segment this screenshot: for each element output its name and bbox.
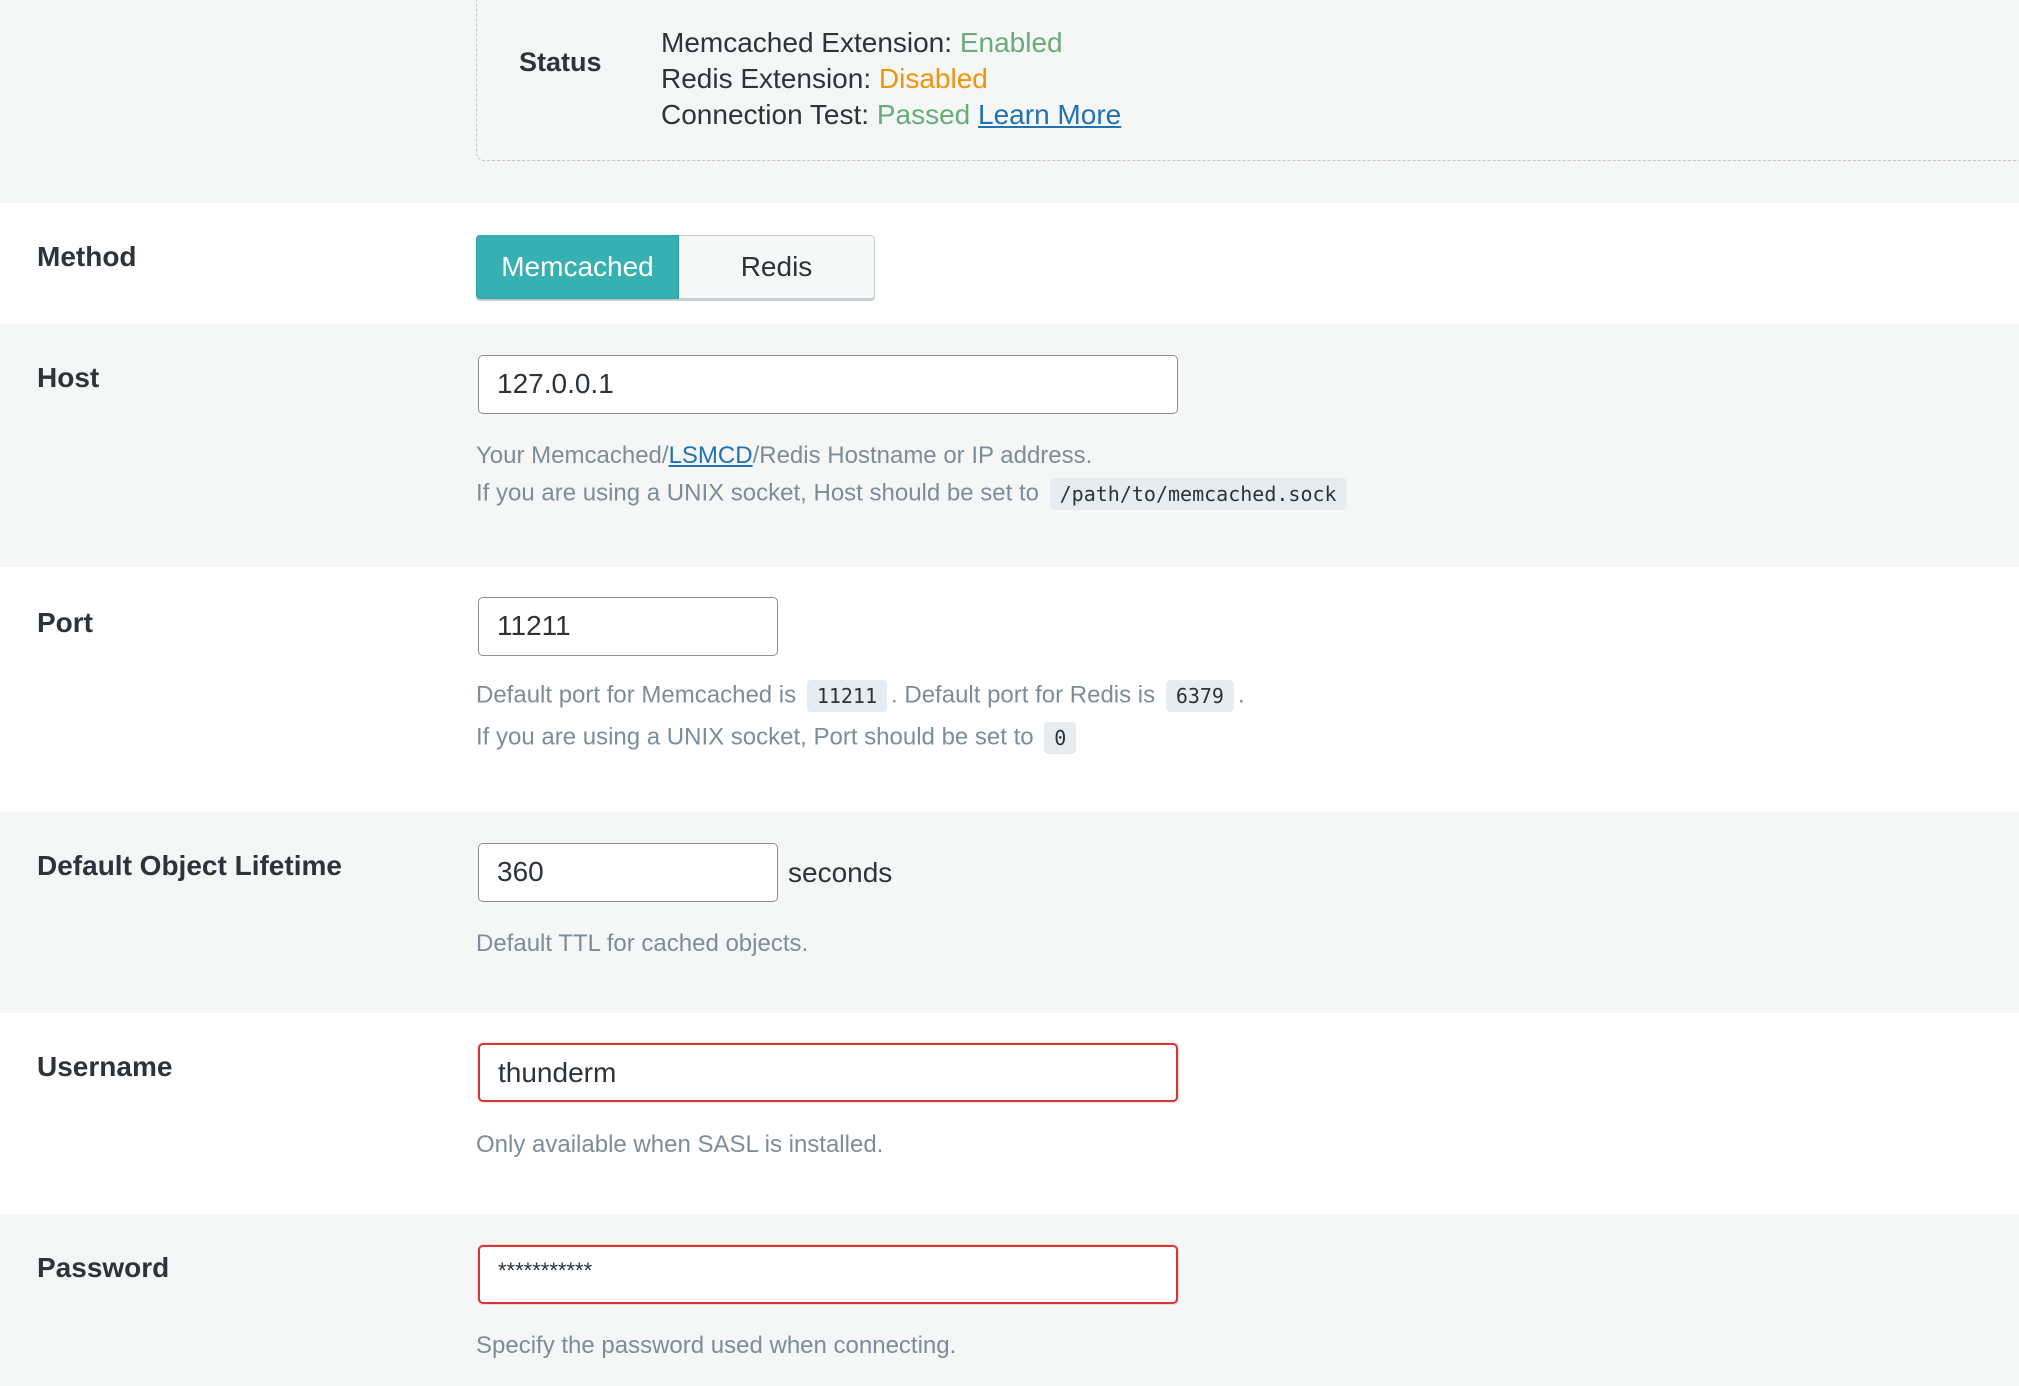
- lsmcd-link[interactable]: LSMCD: [669, 442, 753, 469]
- status-title: Status: [519, 47, 602, 77]
- password-row: Password *********** Specify the passwor…: [0, 1214, 2019, 1386]
- password-label: Password: [37, 1252, 170, 1283]
- port-desc-1-a: Default port for Memcached is: [476, 681, 797, 709]
- method-switch: Memcached Redis: [476, 235, 875, 299]
- lifetime-desc: Default TTL for cached objects.: [476, 930, 809, 957]
- status-connection: Connection Test: Passed Learn More: [661, 97, 1121, 133]
- port-input[interactable]: 11211: [478, 597, 778, 656]
- host-input[interactable]: 127.0.0.1: [478, 355, 1178, 414]
- lifetime-input[interactable]: 360: [478, 843, 778, 902]
- status-connection-label: Connection Test:: [661, 99, 870, 130]
- status-memcached: Memcached Extension: Enabled: [661, 25, 1121, 61]
- host-desc-1-pre: Your Memcached/: [476, 442, 669, 469]
- status-redis-value: Disabled: [878, 63, 988, 94]
- port-label: Port: [37, 607, 93, 638]
- port-desc-2-text: If you are using a UNIX socket, Port sho…: [476, 723, 1034, 751]
- method-label: Method: [37, 241, 137, 272]
- status-box: Status Memcached Extension: Enabled Redi…: [476, 0, 2019, 161]
- status-memcached-label: Memcached Extension:: [661, 27, 953, 58]
- username-label: Username: [37, 1051, 173, 1082]
- object-cache-settings: Status Memcached Extension: Enabled Redi…: [0, 0, 2019, 1386]
- method-option-memcached[interactable]: Memcached: [476, 235, 679, 299]
- host-desc-1-post: /Redis Hostname or IP address.: [752, 442, 1093, 469]
- status-connection-value: Passed: [876, 99, 971, 130]
- status-redis-label: Redis Extension:: [661, 63, 872, 94]
- password-input[interactable]: ***********: [478, 1245, 1178, 1304]
- host-socket-code: /path/to/memcached.sock: [1049, 478, 1347, 510]
- lifetime-suffix: seconds: [788, 857, 893, 888]
- status-redis: Redis Extension: Disabled: [661, 61, 1121, 97]
- host-desc-2: If you are using a UNIX socket, Host sho…: [476, 478, 1351, 510]
- username-desc: Only available when SASL is installed.: [476, 1131, 884, 1158]
- port-desc-1-c: .: [1237, 681, 1245, 709]
- method-row: Method Memcached Redis: [0, 203, 2019, 324]
- lifetime-label: Default Object Lifetime: [37, 850, 342, 881]
- username-row: Username thunderm Only available when SA…: [0, 1013, 2019, 1214]
- password-desc: Specify the password used when connectin…: [476, 1332, 957, 1359]
- port-desc-2: If you are using a UNIX socket, Port sho…: [476, 722, 1080, 754]
- host-row: Host 127.0.0.1 Your Memcached/LSMCD/Redi…: [0, 324, 2019, 567]
- username-input[interactable]: thunderm: [478, 1043, 1178, 1102]
- host-desc-2-text: If you are using a UNIX socket, Host sho…: [476, 479, 1039, 507]
- learn-more-link[interactable]: Learn More: [978, 99, 1121, 130]
- port-desc-1: Default port for Memcached is 11211. Def…: [476, 680, 1245, 712]
- redis-port-code: 6379: [1165, 680, 1234, 712]
- port-desc-1-b: . Default port for Redis is: [891, 681, 1156, 709]
- status-lines: Memcached Extension: Enabled Redis Exten…: [661, 25, 1121, 133]
- host-label: Host: [37, 362, 100, 393]
- host-desc-1: Your Memcached/LSMCD/Redis Hostname or I…: [476, 442, 1092, 470]
- status-memcached-value: Enabled: [959, 27, 1063, 58]
- method-option-redis[interactable]: Redis: [679, 235, 875, 299]
- socket-port-code: 0: [1044, 722, 1077, 754]
- status-row: Status Memcached Extension: Enabled Redi…: [0, 0, 2019, 203]
- memcached-port-code: 11211: [806, 680, 888, 712]
- lifetime-row: Default Object Lifetime 360 seconds Defa…: [0, 812, 2019, 1013]
- port-row: Port 11211 Default port for Memcached is…: [0, 567, 2019, 812]
